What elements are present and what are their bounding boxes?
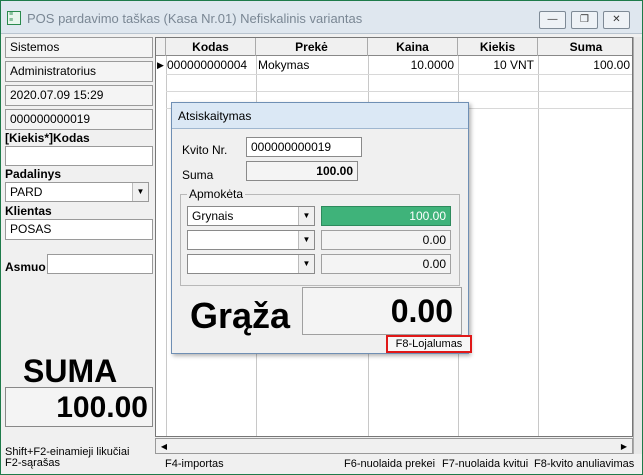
payment-amount-2[interactable]: 0.00 [321,230,451,250]
total-label: SUMA [23,353,118,389]
datetime-field: 2020.07.09 15:29 [5,85,153,106]
f6-item-discount-hint[interactable]: F6-nuolaida prekei [344,458,435,470]
dialog-title[interactable]: Atsiskaitymas [172,103,468,129]
user-field: Administratorius [5,61,153,82]
receipt-number-field: 000000000019 [5,109,153,130]
cell-qty: 10 VNT [493,58,534,72]
horizontal-scrollbar[interactable]: ◀ ▶ [155,438,633,454]
system-field: Sistemos [5,37,153,58]
person-input[interactable] [47,254,153,274]
row-indicator-icon: ▶ [157,60,164,70]
title-bar[interactable]: ≡ ≡ POS pardavimo taškas (Kasa Nr.01) Nef… [1,1,642,34]
change-label: Grąža [190,295,291,336]
payment-dialog: Atsiskaitymas Kvito Nr. 000000000019 Sum… [171,102,472,354]
chevron-down-icon[interactable]: ▼ [298,231,314,249]
payment-amount-1[interactable]: 100.00 [321,206,451,226]
qty-code-label: [Kiekis*]Kodas [5,131,90,145]
total-value: 100.00 [5,387,153,427]
cell-sum: 100.00 [593,58,630,72]
restore-button[interactable]: ❐ [571,11,598,29]
paid-group: Apmokėta Grynais ▼ 100.00 ▼ 0.00 ▼ 0.00 [180,187,460,286]
receipt-no-field: 000000000019 [246,137,362,157]
column-header-item[interactable]: Prekė [256,38,368,56]
pos-window: ≡ ≡ POS pardavimo taškas (Kasa Nr.01) Nef… [0,0,643,475]
change-value: 0.00 [302,287,462,335]
column-header-sum[interactable]: Suma [538,38,632,56]
f8-cancel-receipt-hint[interactable]: F8-kvito anuliavimas [534,458,634,470]
column-header-price[interactable]: Kaina [368,38,458,56]
close-button[interactable]: ✕ [603,11,630,29]
receipt-no-label: Kvito Nr. [182,143,228,157]
qty-code-input[interactable] [5,146,153,166]
cell-code: 000000000004 [167,58,248,72]
department-value: PARD [10,185,43,199]
scroll-left-icon[interactable]: ◀ [157,440,171,453]
hint-line-2: F2-sąrašas [5,457,61,469]
window-title: POS pardavimo taškas (Kasa Nr.01) Nefisk… [27,11,363,26]
scroll-right-icon[interactable]: ▶ [617,440,631,453]
close-icon: ✕ [612,14,621,25]
grid-header: Kodas Prekė Kaina Kiekis Suma [156,38,632,56]
table-row[interactable]: ▶ 000000000004 Mokymas 10.0000 10 VNT 10… [156,57,632,74]
column-header-qty[interactable]: Kiekis [458,38,538,56]
chevron-down-icon[interactable]: ▼ [298,255,314,273]
vertical-scrollbar[interactable] [633,37,642,454]
f7-receipt-discount-hint[interactable]: F7-nuolaida kvitui [442,458,528,470]
chevron-down-icon[interactable]: ▼ [298,207,314,225]
column-header-code[interactable]: Kodas [166,38,256,56]
payment-method-select-1[interactable]: Grynais ▼ [187,206,315,226]
person-label: Asmuo [5,260,46,274]
client-field[interactable]: POSAS [5,219,153,240]
cell-price: 10.0000 [410,58,454,72]
dialog-sum-label: Suma [182,168,214,182]
paid-legend: Apmokėta [187,187,246,201]
loyalty-button[interactable]: F8-Lojalumas [386,335,472,353]
client-label: Klientas [5,204,52,218]
payment-method-value-1: Grynais [192,209,234,223]
minimize-icon: — [547,14,558,25]
payment-method-select-3[interactable]: ▼ [187,254,315,274]
payment-method-select-2[interactable]: ▼ [187,230,315,250]
department-select[interactable]: PARD ▼ [5,182,149,202]
app-icon: ≡ ≡ [7,11,21,25]
restore-icon: ❐ [580,14,589,25]
chevron-down-icon[interactable]: ▼ [132,183,148,201]
cell-item: Mokymas [258,58,310,72]
grid-header-indicator [156,38,166,56]
f4-import-hint[interactable]: F4-importas [165,458,224,470]
dialog-sum-field: 100.00 [246,161,358,181]
payment-amount-3[interactable]: 0.00 [321,254,451,274]
department-label: Padalinys [5,167,62,181]
status-hint: Shift+F2-einamieji likučiai F2-sąrašas [5,447,129,469]
minimize-button[interactable]: — [539,11,566,29]
